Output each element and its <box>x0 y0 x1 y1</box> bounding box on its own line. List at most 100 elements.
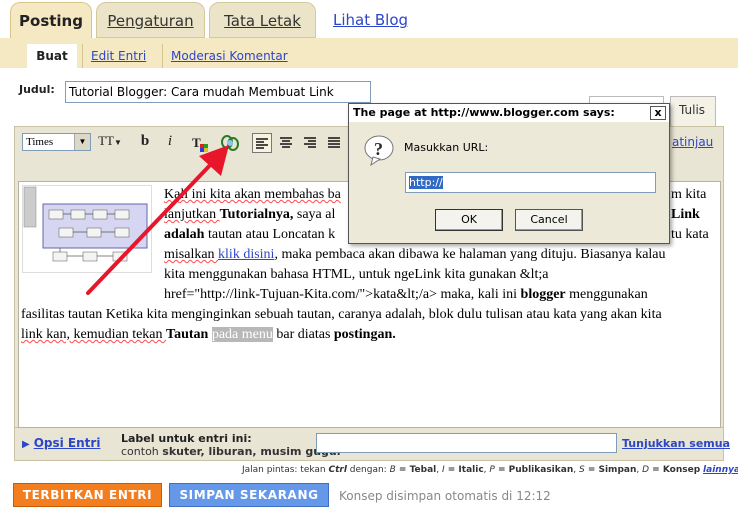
tab-tata-letak-label: Tata Letak <box>224 12 301 30</box>
align-justify-button[interactable] <box>324 133 344 153</box>
body-line: href="http://link-Tujuan-Kita.com/">kata… <box>164 285 648 305</box>
align-right-button[interactable] <box>300 133 320 153</box>
body-line: Link <box>671 205 700 225</box>
body-text-span: href="http://link-Tujuan-Kita.com/">kata… <box>164 287 521 302</box>
dialog-title-text: The page at http://www.blogger.com says: <box>353 106 615 119</box>
font-size-icon: TT <box>98 133 114 148</box>
chevron-down-icon: ▼ <box>113 138 122 147</box>
align-left-icon <box>256 138 268 149</box>
font-select[interactable]: Times ▼ <box>22 133 91 151</box>
tab-posting-label: Posting <box>19 12 83 30</box>
body-text-span: misalkan <box>164 247 219 262</box>
question-icon: ? <box>364 135 394 166</box>
body-text-span: , maka pembaca akan dibawa ke halaman ya… <box>274 247 666 262</box>
labels-example-prefix: contoh <box>121 445 163 458</box>
url-input[interactable]: http:// <box>405 172 656 193</box>
body-text-bold: Tutorialnya, <box>219 207 294 222</box>
italic-button[interactable]: i <box>162 133 178 153</box>
tab-pengaturan-label: Pengaturan <box>107 12 194 30</box>
keyboard-shortcuts-hint: Jalan pintas: tekan Ctrl dengan: B = Teb… <box>242 465 738 475</box>
shortcut-text: = Publikasikan <box>494 465 574 475</box>
body-line: misalkan klik disini, maka pembaca akan … <box>164 245 666 265</box>
body-line: adalah tautan atau Loncatan k <box>164 225 335 245</box>
subtab-buat[interactable]: Buat <box>27 44 77 68</box>
tab-pengaturan[interactable]: Pengaturan <box>96 2 205 38</box>
labels-input[interactable] <box>316 433 617 453</box>
body-text-span: link kan, kemudian tekan <box>21 327 167 342</box>
body-text-bold: Tautan <box>166 327 209 342</box>
svg-text:T: T <box>192 135 201 150</box>
align-right-icon <box>304 137 316 148</box>
body-line: link kan, kemudian tekan Tautan pada men… <box>21 325 396 345</box>
chevron-down-icon: ▼ <box>74 134 90 150</box>
tab-posting[interactable]: Posting <box>10 2 92 38</box>
post-options-label: Opsi Entri <box>33 436 101 450</box>
shortcut-key: D <box>642 465 650 475</box>
body-line: m kita <box>671 185 706 205</box>
link-button[interactable] <box>219 133 241 153</box>
shortcut-text: = Tebal <box>395 465 437 475</box>
font-size-button[interactable]: TT▼ <box>97 133 123 153</box>
body-text-bold: blogger <box>520 287 566 302</box>
url-prompt-dialog: The page at http://www.blogger.com says:… <box>348 103 670 244</box>
close-icon[interactable]: x <box>650 106 666 120</box>
selected-text: pada menu <box>211 327 273 342</box>
body-text-span: tautan atau Loncatan k <box>204 227 336 242</box>
dialog-prompt: Masukkan URL: <box>404 141 489 154</box>
save-now-button[interactable]: SIMPAN SEKARANG <box>169 483 329 507</box>
diagram-thumbnail-graphic <box>23 186 148 262</box>
dialog-title: The page at http://www.blogger.com says: <box>349 104 669 122</box>
body-text-span: saya al <box>293 207 336 222</box>
align-justify-icon <box>328 137 340 148</box>
caret-right-icon: ▶ <box>22 439 30 450</box>
align-center-button[interactable] <box>276 133 296 153</box>
preview-link[interactable]: atinjau <box>672 135 713 149</box>
ok-button[interactable]: OK <box>435 209 503 231</box>
align-left-button[interactable] <box>252 133 272 153</box>
align-center-icon <box>280 137 292 148</box>
diagram-thumbnail-image <box>22 185 152 273</box>
lihat-blog-link[interactable]: Lihat Blog <box>333 11 408 29</box>
body-line: Kali ini kita akan membahas ba <box>164 185 341 205</box>
shortcut-text: = Konsep <box>649 465 701 475</box>
labels-title: Label untuk entri ini: <box>121 432 252 445</box>
body-line: lanjutkan Tutorialnya, saya al <box>164 205 335 225</box>
post-options-toggle[interactable]: ▶ Opsi Entri <box>22 436 100 450</box>
title-input[interactable]: Tutorial Blogger: Cara mudah Membuat Lin… <box>65 81 371 103</box>
shortcut-text: = Simpan <box>584 465 637 475</box>
publish-button[interactable]: TERBITKAN ENTRI <box>13 483 162 507</box>
text-color-icon: T <box>192 135 208 152</box>
body-line: kita menggunakan bahasa HTML, untuk ngeL… <box>164 267 549 282</box>
tab-tata-letak[interactable]: Tata Letak <box>209 2 316 38</box>
body-line: tu kata <box>671 225 709 245</box>
shortcut-key: Ctrl <box>328 465 347 475</box>
subtab-moderasi-komentar[interactable]: Moderasi Komentar <box>162 44 296 68</box>
svg-text:?: ? <box>374 139 383 159</box>
body-text-span: Kali ini kita akan membahas ba <box>164 187 341 202</box>
show-all-labels-link[interactable]: Tunjukkan semua <box>622 437 730 450</box>
body-text-bold: Link <box>671 207 700 222</box>
shortcut-text: = Italic <box>444 465 484 475</box>
link-icon <box>221 135 239 151</box>
shortcut-text: Jalan pintas: tekan <box>242 465 329 475</box>
body-text-bold: adalah <box>164 227 205 242</box>
subtab-edit-entri[interactable]: Edit Entri <box>82 44 154 68</box>
body-text-span: bar diatas <box>272 327 334 342</box>
autosave-status: Konsep disimpan otomatis di 12:12 <box>339 489 551 503</box>
body-text-span: m kita <box>671 187 707 202</box>
top-tab-bar: Posting Pengaturan Tata Letak Lihat Blog <box>0 0 738 38</box>
body-text-bold: postingan. <box>333 327 396 342</box>
labels-example: contoh skuter, liburan, musim gugur <box>121 445 342 458</box>
font-select-value: Times <box>26 136 54 148</box>
text-color-button[interactable]: T <box>190 133 210 153</box>
more-shortcuts-link[interactable]: lainnya <box>703 465 738 475</box>
tab-tulis[interactable]: Tulis <box>670 96 716 126</box>
klik-disini-link[interactable]: klik disini <box>218 247 274 262</box>
body-line: fasilitas tautan Ketika kita menginginka… <box>21 307 662 322</box>
title-label: Judul: <box>19 83 55 96</box>
bold-button[interactable]: b <box>137 133 153 153</box>
shortcut-text: dengan: <box>346 465 390 475</box>
body-text-span: lanjutkan <box>164 207 220 222</box>
cancel-button[interactable]: Cancel <box>515 209 583 231</box>
body-text-span: tu kata <box>671 227 709 242</box>
